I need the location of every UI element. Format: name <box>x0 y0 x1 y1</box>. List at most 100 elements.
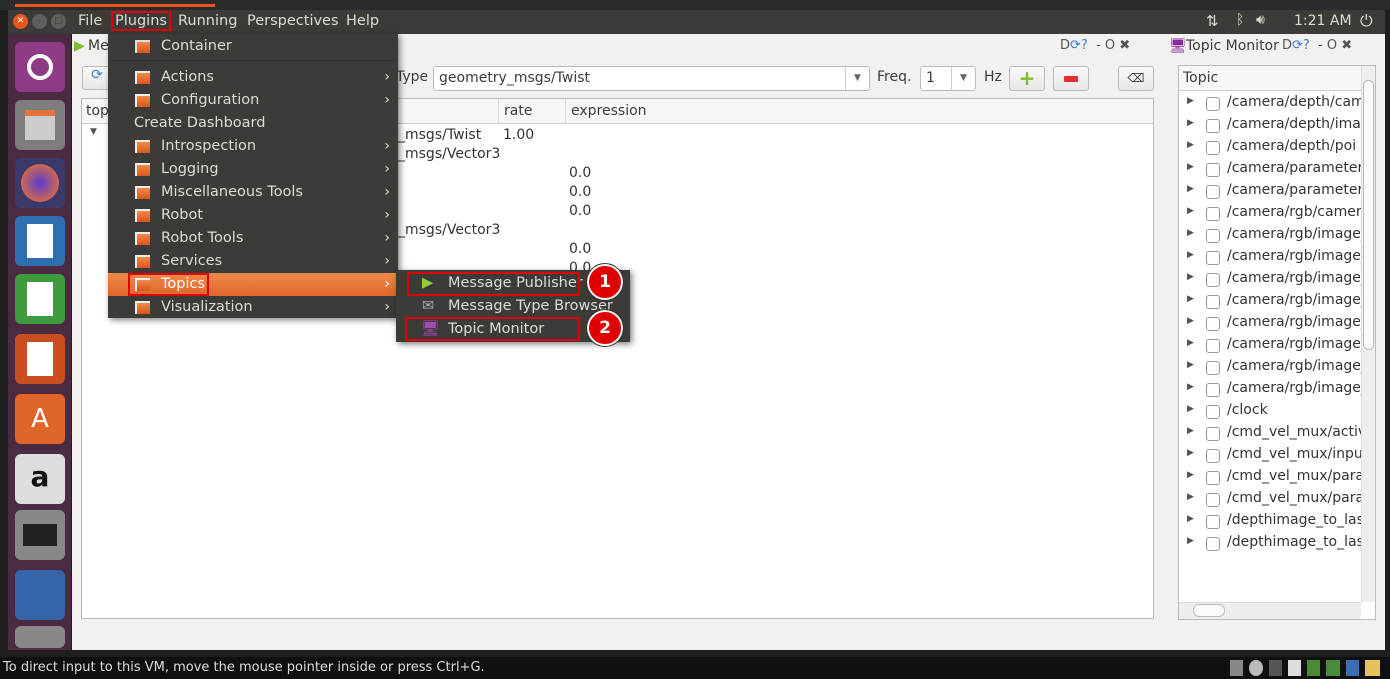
topic-row[interactable]: ▶ /clock <box>1179 401 1359 423</box>
topic-row[interactable]: ▶ /camera/rgb/image_ <box>1179 225 1361 247</box>
help-icon[interactable]: ? <box>1081 38 1088 53</box>
expand-arrow-icon[interactable]: ▶ <box>1187 162 1194 172</box>
menu-running[interactable]: Running <box>175 13 240 29</box>
bluetooth-icon[interactable]: ᛒ <box>1236 12 1244 28</box>
topic-checkbox[interactable] <box>1206 97 1220 111</box>
expand-arrow-icon[interactable]: ▶ <box>1187 206 1194 216</box>
column-expression[interactable]: expression <box>565 99 652 124</box>
column-topic-header[interactable]: Topic <box>1179 66 1361 91</box>
topic-checkbox[interactable] <box>1206 229 1220 243</box>
expand-arrow-icon[interactable]: ▶ <box>1187 118 1194 128</box>
menu-perspectives[interactable]: Perspectives <box>244 13 342 29</box>
chevron-down-icon[interactable]: ▼ <box>845 67 869 90</box>
menu-item-logging[interactable]: Logging › <box>108 158 398 181</box>
expand-arrow-icon[interactable]: ▶ <box>1187 514 1194 524</box>
expand-arrow-icon[interactable]: ▶ <box>1187 338 1194 348</box>
amazon-icon[interactable]: a <box>15 454 65 504</box>
topic-checkbox[interactable] <box>1206 427 1220 441</box>
expand-arrow-icon[interactable]: ▶ <box>1187 492 1194 502</box>
expand-arrow-icon[interactable]: ▶ <box>1187 316 1194 326</box>
system-tools-icon[interactable] <box>15 510 65 560</box>
menu-file[interactable]: File <box>75 13 105 29</box>
expand-arrow-icon[interactable]: ▶ <box>1187 294 1194 304</box>
menu-item-container[interactable]: Container <box>108 35 398 58</box>
column-topic[interactable]: top <box>86 103 109 119</box>
topic-checkbox[interactable] <box>1206 471 1220 485</box>
topic-row[interactable]: ▶ /camera/rgb/image_ <box>1179 313 1361 335</box>
menu-plugins[interactable]: Plugins <box>111 11 171 31</box>
topic-checkbox[interactable] <box>1206 185 1220 199</box>
topic-row[interactable]: ▶ /camera/depth/ima <box>1179 115 1361 137</box>
column-rate[interactable]: rate <box>498 99 537 124</box>
topic-checkbox[interactable] <box>1206 251 1220 265</box>
calc-icon[interactable] <box>15 274 65 324</box>
files-icon[interactable] <box>15 100 65 150</box>
topic-row[interactable]: ▶ /cmd_vel_mux/para <box>1179 489 1361 511</box>
topic-row[interactable]: ▶ /camera/rgb/image_ <box>1179 335 1361 357</box>
topic-checkbox[interactable] <box>1206 493 1220 507</box>
menu-item-robot[interactable]: Robot › <box>108 204 398 227</box>
expand-arrow-icon[interactable]: ▶ <box>1187 382 1194 392</box>
close-window-icon[interactable]: ✕ <box>13 14 28 29</box>
expand-arrow-icon[interactable]: ▶ <box>1187 184 1194 194</box>
clock[interactable]: 1:21 AM <box>1294 13 1352 29</box>
menu-item-visualization[interactable]: Visualization › <box>108 296 398 319</box>
expand-arrow-icon[interactable]: ▶ <box>1187 140 1194 150</box>
expand-arrow-icon[interactable]: ▶ <box>1187 470 1194 480</box>
expand-arrow-icon[interactable]: ▶ <box>1187 536 1194 546</box>
topic-checkbox[interactable] <box>1206 295 1220 309</box>
expand-arrow-icon[interactable]: ▶ <box>1187 96 1194 106</box>
topic-row[interactable]: ▶ /cmd_vel_mux/inpu <box>1179 445 1361 467</box>
software-center-icon[interactable]: A <box>15 394 65 444</box>
maximize-window-icon[interactable]: □ <box>51 14 66 29</box>
topic-checkbox[interactable] <box>1206 119 1220 133</box>
topic-row[interactable]: ▶ /camera/parameter <box>1179 181 1361 203</box>
network-adapter-icon[interactable] <box>1268 660 1282 676</box>
writer-icon[interactable] <box>15 216 65 266</box>
menu-help[interactable]: Help <box>343 13 382 29</box>
power-icon[interactable]: ⏻ <box>1360 11 1373 31</box>
topic-row[interactable]: ▶ /camera/rgb/image_ <box>1179 269 1361 291</box>
ubuntu-dash-icon[interactable] <box>15 42 65 92</box>
freq-combobox[interactable]: 1 ▼ <box>920 66 976 91</box>
topic-checkbox[interactable] <box>1206 273 1220 287</box>
menu-item-create-dashboard[interactable]: Create Dashboard <box>108 112 398 135</box>
topic-row[interactable]: ▶ /cmd_vel_mux/activ <box>1179 423 1361 445</box>
topic-checkbox[interactable] <box>1206 361 1220 375</box>
type-combobox[interactable]: geometry_msgs/Twist ▼ <box>433 66 870 91</box>
topic-checkbox[interactable] <box>1206 163 1220 177</box>
message-log-icon[interactable] <box>1364 660 1381 676</box>
topic-row[interactable]: ▶ /depthimage_to_las <box>1179 511 1361 533</box>
menu-item-miscellaneous-tools[interactable]: Miscellaneous Tools › <box>108 181 398 204</box>
expand-arrow-icon[interactable]: ▶ <box>1187 360 1194 370</box>
topic-monitor-tree[interactable]: Topic ▶ /camera/depth/cam ▶ /camera/depth/i… <box>1178 65 1376 620</box>
topic-row[interactable]: ▶ /camera/rgb/camera <box>1179 203 1361 225</box>
topic-row[interactable]: ▶ /cmd_vel_mux/para <box>1179 467 1361 489</box>
topic-checkbox[interactable] <box>1206 141 1220 155</box>
add-publisher-button[interactable]: + <box>1009 66 1045 91</box>
topic-row[interactable]: ▶ /camera/depth/poi <box>1179 137 1359 159</box>
expand-arrow-icon[interactable]: ▶ <box>1187 448 1194 458</box>
topic-row[interactable]: ▶ /camera/parameter <box>1179 159 1361 181</box>
sound-card-icon[interactable] <box>1307 660 1321 676</box>
menu-item-configuration[interactable]: Configuration › <box>108 89 398 112</box>
expand-arrow-icon[interactable]: ▶ <box>1187 228 1194 238</box>
hdd-icon[interactable] <box>1230 660 1244 676</box>
topic-row[interactable]: ▶ /camera/rgb/image_ <box>1179 357 1361 379</box>
cd-icon[interactable] <box>1249 660 1263 676</box>
printer-icon[interactable] <box>1287 660 1302 676</box>
menu-item-services[interactable]: Services › <box>108 250 398 273</box>
topic-checkbox[interactable] <box>1206 537 1220 551</box>
topic-row[interactable]: ▶ /camera/rgb/image_ <box>1179 379 1361 401</box>
chevron-down-icon[interactable]: ▼ <box>951 67 975 90</box>
menu-item-actions[interactable]: Actions › <box>108 66 398 89</box>
publisher-dock-controls[interactable]: D⟳? - O ✖ <box>1060 38 1130 53</box>
menu-item-introspection[interactable]: Introspection › <box>108 135 398 158</box>
expand-arrow-icon[interactable]: ▶ <box>1187 272 1194 282</box>
expand-arrow-icon[interactable]: ▶ <box>1187 426 1194 436</box>
minimize-window-icon[interactable]: – <box>32 14 47 29</box>
reload-icon[interactable]: ⟳ <box>1292 38 1303 53</box>
topic-row[interactable]: ▶ /camera/rgb/image_ <box>1179 291 1361 313</box>
menu-item-robot-tools[interactable]: Robot Tools › <box>108 227 398 250</box>
help-icon[interactable]: ? <box>1303 38 1310 53</box>
